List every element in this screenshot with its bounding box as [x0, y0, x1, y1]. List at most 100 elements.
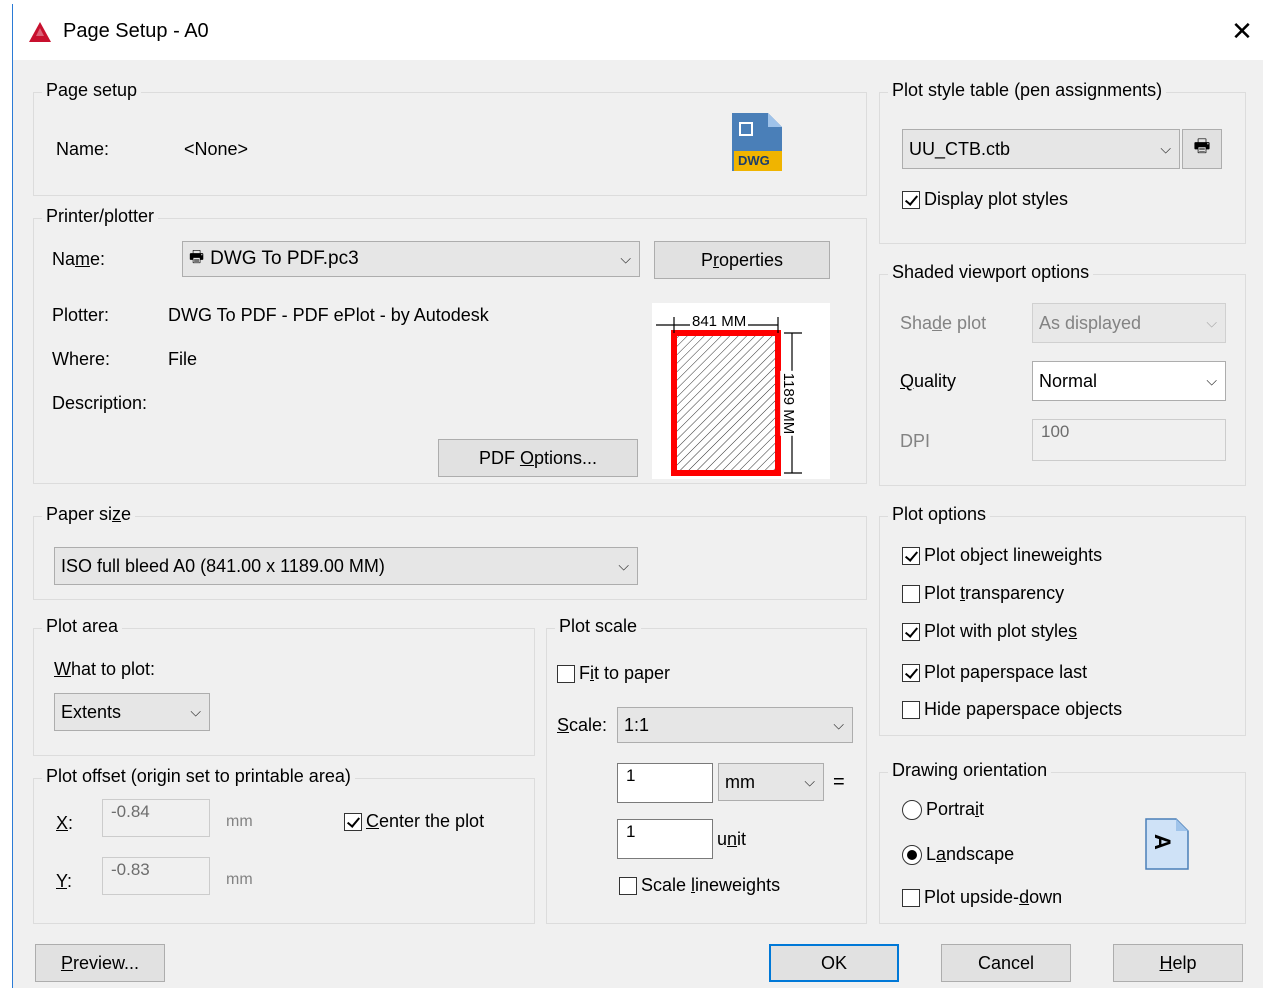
preview-width-label: 841 MM	[690, 313, 749, 330]
dwg-file-icon: DWG	[728, 109, 788, 175]
close-icon[interactable]: ✕	[1227, 16, 1257, 46]
plot-options-group-label: Plot options	[888, 504, 991, 525]
shade-plot-label: Shade plot	[900, 313, 987, 333]
cancel-label: Cancel	[977, 952, 1035, 973]
landscape-radio[interactable]: Landscape	[902, 844, 1014, 865]
ok-label: OK	[820, 952, 847, 973]
paper-size-select[interactable]: ISO full bleed A0 (841.00 x 1189.00 MM) …	[54, 547, 638, 585]
dpi-label: DPI	[900, 431, 931, 451]
description-label: Description:	[52, 393, 148, 413]
paper-size-group-label: Paper size	[42, 504, 136, 525]
fit-to-paper-checkbox[interactable]: Fit to paper	[557, 663, 670, 684]
display-plot-styles-checkbox[interactable]: Display plot styles	[902, 189, 1068, 210]
dpi-input[interactable]: 100	[1032, 419, 1226, 461]
center-plot-box	[344, 812, 362, 831]
properties-label: Properties	[700, 249, 784, 270]
orientation-group-label: Drawing orientation	[888, 760, 1052, 781]
pdf-options-button[interactable]: PDF Options...	[438, 439, 638, 477]
page-setup-name-label: Name:	[56, 139, 110, 159]
plot-transparency-checkbox[interactable]: Plot transparency	[902, 583, 1064, 604]
plot-scale-group: Plot scale Fit to paper Scale: 1:1 ⌵ 1 m…	[546, 616, 867, 924]
plot-object-lineweights-checkbox[interactable]: Plot object lineweights	[902, 545, 1102, 566]
landscape-radio-dot	[902, 844, 922, 865]
preview-button[interactable]: Preview...	[35, 944, 165, 982]
plot-scale-group-label: Plot scale	[555, 616, 642, 637]
chevron-down-icon: ⌵	[804, 773, 815, 790]
plot-with-plot-styles-label: Plot with plot styles	[924, 621, 1078, 641]
equals-sign: =	[833, 771, 845, 793]
offset-x-input[interactable]: -0.84	[102, 799, 210, 837]
center-plot-checkbox[interactable]: Center the plot	[344, 811, 484, 832]
chevron-down-icon: ⌵	[1160, 140, 1171, 157]
plotter-value: DWG To PDF - PDF ePlot - by Autodesk	[168, 305, 489, 325]
plot-upside-down-checkbox[interactable]: Plot upside-down	[902, 887, 1062, 908]
portrait-radio[interactable]: Portrait	[902, 799, 984, 820]
printer-group-label: Printer/plotter	[42, 206, 159, 227]
shaded-viewport-group-label: Shaded viewport options	[888, 262, 1094, 283]
plot-with-plot-styles-box	[902, 622, 920, 641]
scale-label: Scale:	[557, 715, 608, 735]
orientation-icon-letter: A	[1149, 834, 1175, 850]
offset-x-unit: mm	[226, 813, 253, 830]
portrait-radio-dot	[902, 799, 922, 820]
scale-unit1-select[interactable]: mm ⌵	[718, 763, 824, 801]
center-plot-label: Center the plot	[366, 811, 485, 831]
help-button[interactable]: Help	[1113, 944, 1243, 982]
scale-value: 1:1	[624, 714, 650, 735]
plot-style-group-label: Plot style table (pen assignments)	[888, 80, 1167, 101]
cancel-button[interactable]: Cancel	[941, 944, 1071, 982]
drawing-orientation-group: Drawing orientation Portrait Landscape P…	[879, 760, 1246, 924]
shade-plot-select[interactable]: As displayed ⌵	[1032, 303, 1226, 343]
scale-select[interactable]: 1:1 ⌵	[617, 707, 853, 743]
plot-paperspace-last-box	[902, 663, 920, 682]
plot-style-table-group: Plot style table (pen assignments) UU_CT…	[879, 80, 1246, 244]
fit-to-paper-box	[557, 664, 575, 683]
plot-with-plot-styles-checkbox[interactable]: Plot with plot styles	[902, 621, 1077, 642]
scale-value2-input[interactable]: 1	[617, 819, 713, 859]
what-to-plot-label: What to plot:	[54, 659, 156, 679]
plot-offset-group: Plot offset (origin set to printable are…	[33, 766, 535, 924]
properties-button[interactable]: Properties	[654, 241, 830, 279]
fit-to-paper-label: Fit to paper	[579, 663, 671, 683]
chevron-down-icon: ⌵	[190, 703, 201, 720]
edit-plot-style-button[interactable]: 🖶	[1182, 129, 1222, 169]
pdf-options-label: PDF Options...	[478, 447, 598, 468]
paper-size-group: Paper size ISO full bleed A0 (841.00 x 1…	[33, 504, 867, 600]
plot-area-group: Plot area What to plot: Extents ⌵	[33, 616, 535, 756]
orientation-preview-icon: A	[1144, 817, 1190, 871]
ok-button[interactable]: OK	[769, 944, 899, 982]
hide-paperspace-objects-box	[902, 700, 920, 719]
plot-style-select[interactable]: UU_CTB.ctb ⌵	[902, 129, 1180, 169]
portrait-label: Portrait	[926, 799, 985, 819]
where-value: File	[168, 349, 198, 369]
offset-x-label: X:	[56, 813, 74, 833]
scale-value1-input[interactable]: 1	[617, 763, 713, 803]
plotter-label: Plotter:	[52, 305, 110, 325]
printer-name-label: Name:	[52, 249, 106, 269]
plot-upside-down-label: Plot upside-down	[924, 887, 1063, 907]
what-to-plot-select[interactable]: Extents ⌵	[54, 693, 210, 731]
plot-paperspace-last-label: Plot paperspace last	[924, 662, 1088, 682]
preview-label: Preview...	[60, 952, 140, 973]
offset-y-input[interactable]: -0.83	[102, 857, 210, 895]
scale-unit2-label: unit	[717, 829, 747, 849]
page-setup-group-label: Page setup	[42, 80, 142, 101]
printer-plotter-group: Printer/plotter Name: 🖶 DWG To PDF.pc3 ⌵…	[33, 206, 867, 484]
printer-name-select[interactable]: 🖶 DWG To PDF.pc3 ⌵	[182, 241, 640, 277]
chevron-down-icon: ⌵	[833, 716, 844, 733]
scale-lineweights-checkbox[interactable]: Scale lineweights	[619, 875, 780, 896]
hide-paperspace-objects-checkbox[interactable]: Hide paperspace objects	[902, 699, 1122, 720]
chevron-down-icon: ⌵	[618, 557, 629, 574]
offset-y-label: Y:	[56, 871, 73, 891]
landscape-label: Landscape	[926, 844, 1015, 864]
dwg-icon-text: DWG	[738, 153, 770, 168]
shade-plot-value: As displayed	[1039, 312, 1142, 333]
paper-size-value: ISO full bleed A0 (841.00 x 1189.00 MM)	[61, 555, 385, 576]
scale-lineweights-label: Scale lineweights	[641, 875, 781, 895]
chevron-down-icon: ⌵	[620, 250, 631, 267]
plot-object-lineweights-box	[902, 546, 920, 565]
plot-paperspace-last-checkbox[interactable]: Plot paperspace last	[902, 662, 1087, 683]
plot-style-value: UU_CTB.ctb	[909, 138, 1011, 159]
quality-select[interactable]: Normal ⌵	[1032, 361, 1226, 401]
help-label: Help	[1159, 952, 1197, 973]
